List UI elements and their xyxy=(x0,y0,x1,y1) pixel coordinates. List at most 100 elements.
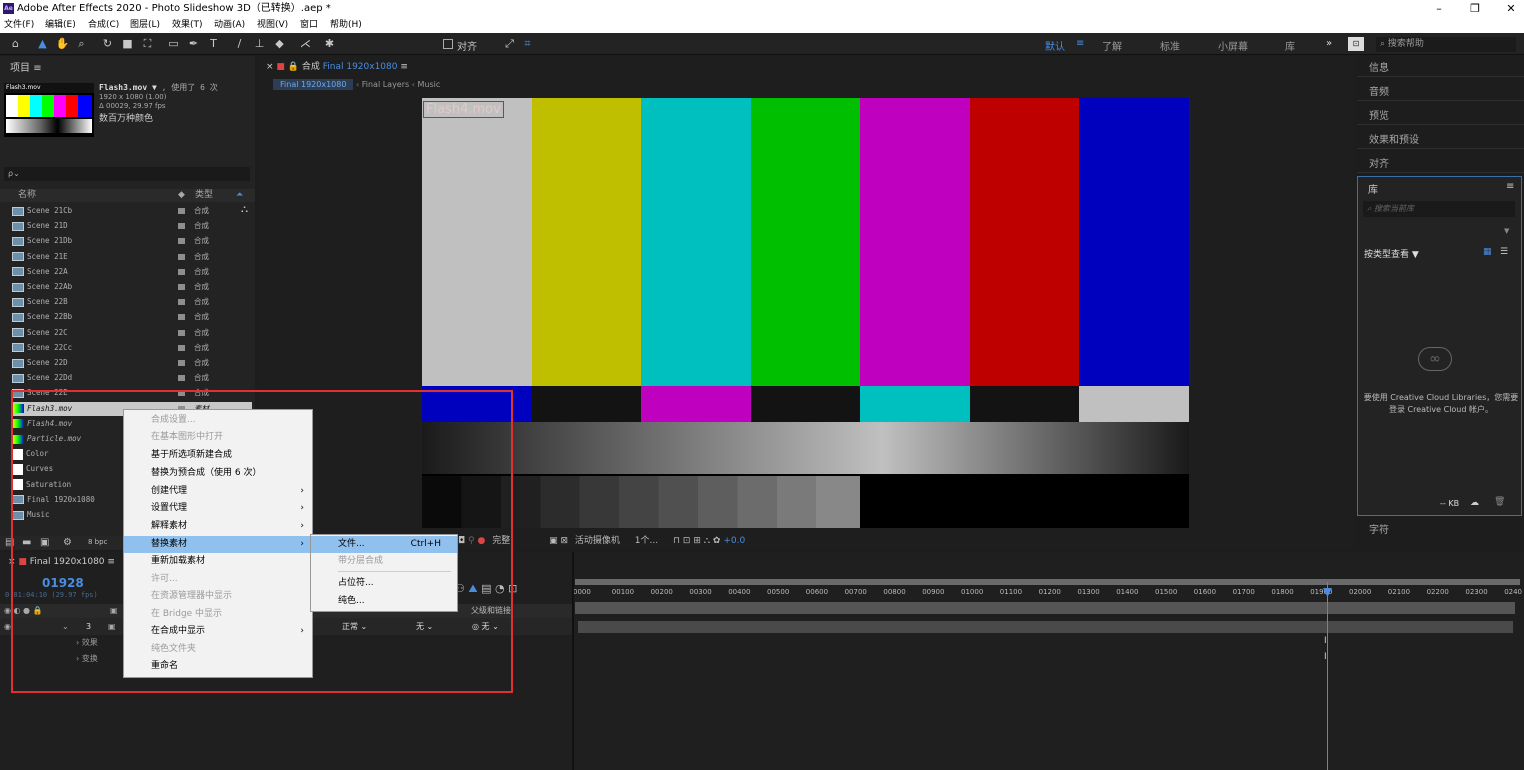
playhead-line[interactable] xyxy=(1327,582,1328,770)
context-menu-item[interactable]: 替换为预合成（使用 6 次） xyxy=(124,465,312,482)
rectangle-tool-icon[interactable]: ▭ xyxy=(166,37,181,51)
context-menu-item[interactable]: 重新加载素材 xyxy=(124,553,312,570)
workspace-default[interactable]: 默认 xyxy=(1045,38,1065,53)
label-color-icon[interactable] xyxy=(178,390,185,397)
roto-brush-tool-icon[interactable]: ⋌ xyxy=(298,37,313,51)
project-item[interactable]: Scene 22Cc 合成 xyxy=(12,341,252,355)
project-item[interactable]: Scene 22Dd 合成 xyxy=(12,371,252,385)
menu-layer[interactable]: 图层(L) xyxy=(130,17,160,33)
label-color-icon[interactable] xyxy=(178,208,185,214)
snap-icon[interactable]: ⤢ xyxy=(502,37,517,51)
channel-icon[interactable]: ● xyxy=(477,536,485,546)
label-color-icon[interactable] xyxy=(178,314,185,321)
libraries-menu-icon[interactable]: ≡ xyxy=(1506,181,1514,192)
effects-row[interactable]: › 效果 xyxy=(76,637,98,648)
context-menu-item[interactable]: 在合成中显示 › xyxy=(124,623,312,640)
label-color-icon[interactable] xyxy=(178,268,185,275)
menu-window[interactable]: 窗口 xyxy=(300,17,318,33)
menu-composition[interactable]: 合成(C) xyxy=(88,17,119,33)
label-color-icon[interactable] xyxy=(178,375,185,382)
context-menu-item[interactable]: 解释素材 › xyxy=(124,518,312,535)
label-color-icon[interactable] xyxy=(178,329,185,336)
timeline-divider[interactable] xyxy=(572,552,574,770)
workspace-overflow[interactable]: » xyxy=(1326,38,1332,49)
show-snapshot-icon[interactable]: ⚲ xyxy=(468,536,475,546)
col-type[interactable]: 类型 xyxy=(195,189,213,202)
submenu-item[interactable]: 文件... Ctrl+H xyxy=(311,536,457,553)
workspace-small-screen[interactable]: 小屏幕 xyxy=(1218,38,1248,53)
pen-tool-icon[interactable]: ✒ xyxy=(186,37,201,51)
graph-editor-icon[interactable]: ⊡ xyxy=(508,582,517,595)
frame-blending-icon[interactable]: ▤ xyxy=(481,582,491,595)
context-menu-item[interactable]: 合成设置... xyxy=(124,412,312,429)
snapping-grid-icon[interactable]: ⌗ xyxy=(520,37,535,51)
minimize-button[interactable]: – xyxy=(1424,0,1454,17)
menu-animation[interactable]: 动画(A) xyxy=(214,17,245,33)
project-item[interactable]: Scene 21D 合成 xyxy=(12,219,252,233)
camera-dropdown[interactable]: 活动摄像机 xyxy=(575,536,620,546)
project-item[interactable]: Scene 22B 合成 xyxy=(12,295,252,309)
eraser-tool-icon[interactable]: ◆ xyxy=(272,37,287,51)
submenu-item[interactable]: 带分层合成 xyxy=(311,553,457,570)
hand-tool-icon[interactable]: ✋ xyxy=(55,37,70,51)
context-menu-item[interactable]: 替换素材 › xyxy=(124,536,312,553)
right-panel-tab[interactable]: 信息 xyxy=(1369,59,1389,74)
submenu-item[interactable]: 纯色... xyxy=(311,593,457,610)
project-item[interactable]: Scene 22Ab 合成 xyxy=(12,280,252,294)
source-name-col-icon[interactable]: ▣ xyxy=(110,604,118,618)
type-tool-icon[interactable]: T xyxy=(206,37,221,51)
selection-tool-icon[interactable]: ▲ xyxy=(35,37,50,51)
right-panel-tab[interactable]: 音频 xyxy=(1369,83,1389,98)
interpret-footage-icon[interactable]: ▤ xyxy=(5,537,14,548)
menu-view[interactable]: 视图(V) xyxy=(257,17,288,33)
label-color-icon[interactable] xyxy=(178,284,185,290)
project-settings-icon[interactable]: ⚙ xyxy=(63,537,72,548)
menu-edit[interactable]: 编辑(E) xyxy=(45,17,76,33)
workspace-learn[interactable]: 了解 xyxy=(1102,38,1122,53)
home-icon[interactable]: ⌂ xyxy=(8,37,23,51)
menu-effect[interactable]: 效果(T) xyxy=(172,17,203,33)
breadcrumb-final-layers[interactable]: Final Layers xyxy=(362,80,409,89)
puppet-tool-icon[interactable]: ✱ xyxy=(322,37,337,51)
project-item[interactable]: Scene 22E 合成 xyxy=(12,386,252,400)
label-color-icon[interactable] xyxy=(178,253,185,260)
workspace-standard[interactable]: 标准 xyxy=(1160,38,1180,53)
layer-expand-icon[interactable]: ⌄ xyxy=(62,618,69,635)
shy-icon[interactable]: ⛰ xyxy=(468,582,477,595)
transparency-grid-icon[interactable]: ⊠ xyxy=(560,536,568,546)
snapshot-icon[interactable]: ◘ xyxy=(458,536,465,546)
zoom-tool-icon[interactable]: ⌕ xyxy=(74,37,89,51)
trash-icon[interactable]: 🗑 xyxy=(1494,497,1505,507)
views-dropdown[interactable]: 1个... xyxy=(635,536,658,546)
restore-button[interactable]: ❐ xyxy=(1460,0,1490,17)
libraries-title[interactable]: 库 xyxy=(1368,181,1378,196)
new-composition-icon[interactable]: ▣ xyxy=(40,537,49,548)
project-item[interactable]: Scene 22A 合成 xyxy=(12,265,252,279)
sync-icon[interactable]: ☁ xyxy=(1470,498,1479,508)
brush-tool-icon[interactable]: / xyxy=(232,37,247,51)
clone-stamp-tool-icon[interactable]: ⊥ xyxy=(252,37,267,51)
right-panel-tab[interactable]: 预览 xyxy=(1369,107,1389,122)
time-navigator[interactable] xyxy=(575,602,1515,614)
project-item[interactable]: Scene 22Bb 合成 xyxy=(12,310,252,324)
project-item[interactable]: Scene 22C 合成 xyxy=(12,326,252,340)
context-menu-item[interactable]: 许可... xyxy=(124,571,312,588)
workspace-libraries[interactable]: 库 xyxy=(1285,38,1295,53)
layer-duration-bar[interactable] xyxy=(578,621,1513,633)
workspace-menu-icon[interactable]: ≡ xyxy=(1076,38,1084,49)
timeline-tab[interactable]: × ■ Final 1920x1080 ≡ xyxy=(8,557,115,567)
label-color-icon[interactable] xyxy=(178,344,185,351)
character-panel-tab[interactable]: 字符 xyxy=(1369,521,1389,536)
exposure-reset-icon[interactable]: ✿ xyxy=(713,536,721,546)
label-color-icon[interactable] xyxy=(178,360,185,366)
context-menu-item[interactable]: 纯色文件夹 xyxy=(124,641,312,658)
camera-tool-icon[interactable]: ■ xyxy=(120,37,135,51)
comp-viewer[interactable]: Flash4.mov xyxy=(422,98,1190,528)
menu-help[interactable]: 帮助(H) xyxy=(330,17,362,33)
project-title[interactable]: 项目 ≡ xyxy=(10,59,42,74)
project-item[interactable]: Scene 22D 合成 xyxy=(12,356,252,370)
trkmat-dropdown[interactable]: 无 ⌄ xyxy=(416,618,433,635)
blend-mode-dropdown[interactable]: 正常 ⌄ xyxy=(342,618,367,635)
region-of-interest-icon[interactable]: ▣ xyxy=(549,536,558,546)
align-checkbox[interactable] xyxy=(443,39,453,49)
